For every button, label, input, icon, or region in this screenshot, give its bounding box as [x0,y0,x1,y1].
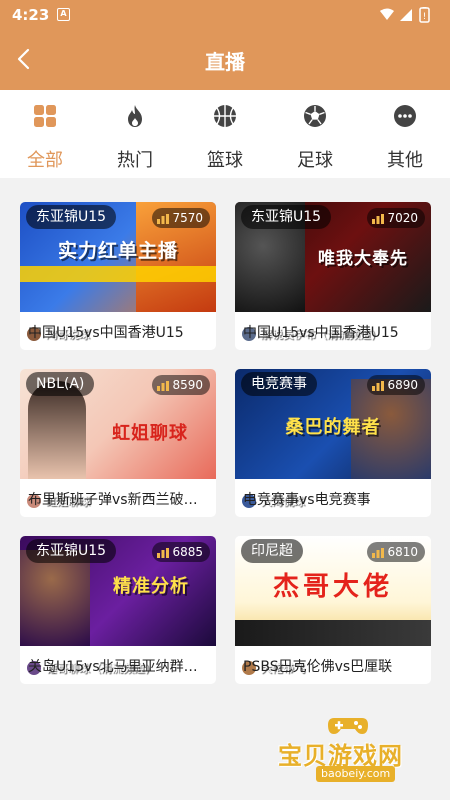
stream-title: PSBS巴克伦佛vs巴厘联 [243,659,393,675]
tab-other[interactable]: 其他 [360,90,450,178]
tab-label: 篮球 [207,150,243,171]
stream-title: 中国U15vs中国香港U15 [28,325,184,341]
signal-battery-icon: ! [380,7,430,23]
stream-card[interactable]: 虹姐聊球 NBL(A) 8590 虹姐聊球 布里斯班子弹vs新西兰破… [20,369,216,517]
league-tag: 电竞赛事 [241,372,317,396]
stream-card[interactable]: 精准分析 东亚锦U15 6885 锤哥聊球（清流频道) 关岛U15vs北马里亚纳… [20,536,216,684]
bar-chart-icon [157,214,170,224]
viewer-count: 6810 [367,542,425,562]
stream-card[interactable]: 唯我大奉先 东亚锦U15 7020 解说员伊布（清流频道) 中国U15vs中国香… [235,202,431,350]
stream-title: 电竞赛事vs电竞赛事 [243,492,371,508]
thumbnail-headline: 唯我大奉先 [318,249,408,269]
status-bar: 4:23 A ! [0,0,450,30]
bar-chart-icon [372,381,385,391]
grid-icon [34,105,56,127]
viewer-count: 7020 [367,208,425,228]
bar-chart-icon [157,548,170,558]
thumbnail-headline: 杰哥大佬 [272,572,393,602]
thumbnail-headline: 桑巴的舞者 [285,417,381,438]
watermark-url: baobeiy.com [316,766,396,782]
tab-label: 热门 [117,150,153,171]
league-tag: 东亚锦U15 [26,205,117,229]
stream-card[interactable]: 实力红单主播 东亚锦U15 7570 鸿哥说球 中国U15vs中国香港U15 [20,202,216,350]
viewer-count: 7570 [152,208,210,228]
tab-label: 全部 [27,150,63,171]
stream-card[interactable]: 桑巴的舞者 电竞赛事 6890 大海侃球 电竞赛事vs电竞赛事 [235,369,431,517]
site-watermark: 宝贝游戏网 baobeiy.com [278,712,428,782]
football-icon [304,105,326,127]
basketball-icon [214,105,236,127]
gamepad-icon [328,718,368,734]
league-tag: 东亚锦U15 [241,205,332,229]
viewer-count: 6885 [152,542,210,562]
tab-hot[interactable]: 热门 [90,90,180,178]
thumbnail-headline: 实力红单主播 [57,240,178,262]
page-title: 直播 [205,50,245,74]
bar-chart-icon [372,548,385,558]
viewer-count: 8590 [152,375,210,395]
tab-label: 足球 [297,150,333,171]
flame-icon [128,105,142,127]
more-icon [394,105,416,127]
league-tag: 印尼超 [241,539,303,563]
thumbnail-headline: 精准分析 [113,576,189,597]
tab-football[interactable]: 足球 [270,90,360,178]
viewer-count: 6890 [367,375,425,395]
stream-title: 中国U15vs中国香港U15 [243,325,399,341]
stream-title: 布里斯班子弹vs新西兰破… [28,492,198,508]
league-tag: 东亚锦U15 [26,539,117,563]
notification-icon: A [57,8,70,21]
thumbnail-headline: 虹姐聊球 [112,423,188,444]
category-tabs: 全部 热门 篮球 足球 其他 [0,90,450,178]
tab-basketball[interactable]: 篮球 [180,90,270,178]
league-tag: NBL(A) [26,372,95,396]
tab-label: 其他 [387,150,423,171]
stream-card[interactable]: 杰哥大佬 印尼超 6810 大佬带飞 PSBS巴克伦佛vs巴厘联 [235,536,431,684]
header-bar: 直播 [0,30,450,90]
stream-title: 关岛U15vs北马里亚纳群… [28,659,198,675]
bar-chart-icon [372,214,385,224]
tab-all[interactable]: 全部 [0,90,90,178]
bar-chart-icon [157,381,170,391]
svg-text:!: ! [423,12,427,22]
status-time: 4:23 [12,6,50,24]
